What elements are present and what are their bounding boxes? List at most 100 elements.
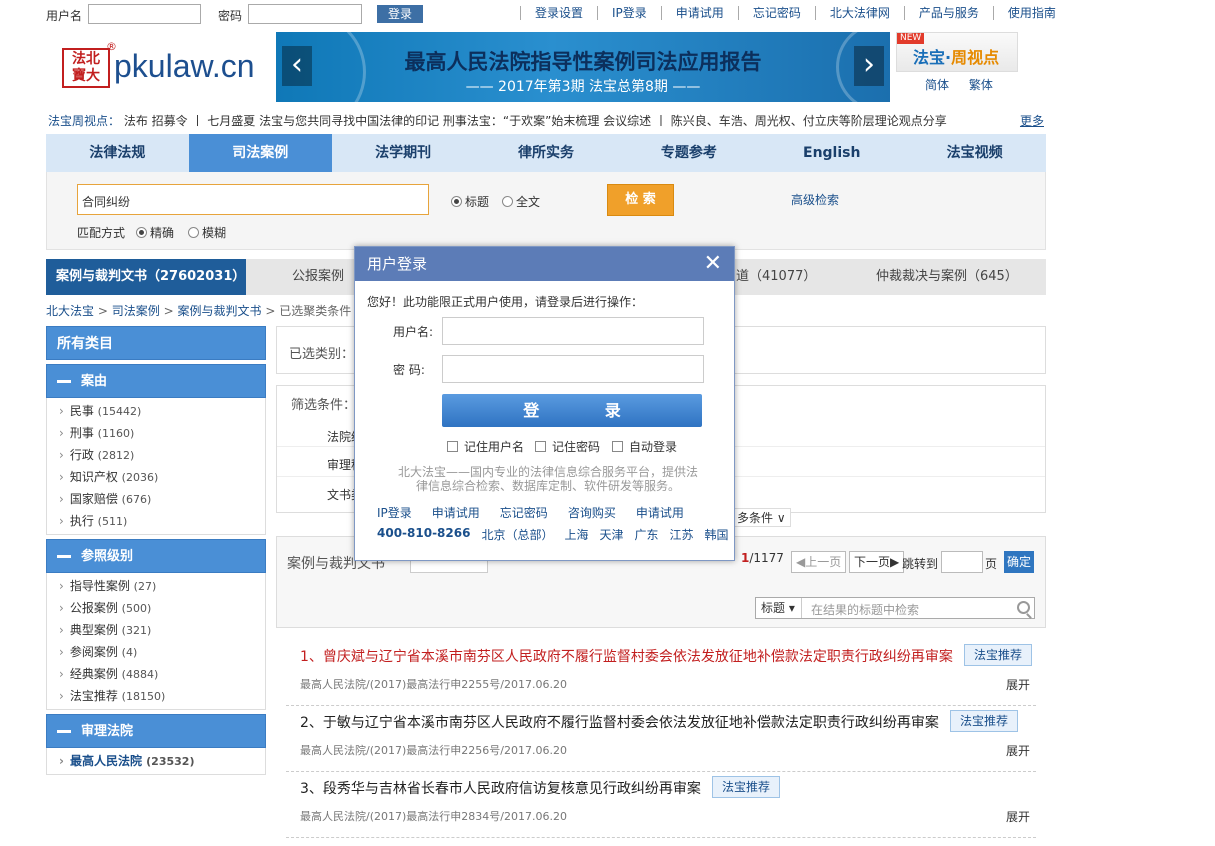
- tab-reports[interactable]: 道（41077）: [736, 259, 816, 295]
- match-fuzzy-radio[interactable]: 模糊: [188, 224, 226, 241]
- expand-link[interactable]: 展开: [1006, 808, 1030, 825]
- modal-link-apply-trial-2[interactable]: 申请试用: [636, 504, 684, 521]
- expand-link[interactable]: 展开: [1006, 742, 1030, 759]
- sidebar-item[interactable]: 执行 (511): [47, 510, 265, 532]
- match-exact-radio[interactable]: 精确: [136, 224, 174, 241]
- nav-english[interactable]: English: [760, 134, 903, 172]
- sidebar-item[interactable]: 参阅案例 (4): [47, 641, 265, 663]
- crumb-selected: 已选聚类条件: [279, 304, 352, 318]
- site-logo[interactable]: 法北 寶大 ® pkulaw.cn: [62, 40, 272, 92]
- office[interactable]: 北京（总部）: [481, 526, 553, 543]
- lang-simplified[interactable]: 简体: [925, 78, 949, 92]
- modal-link-forgot-password[interactable]: 忘记密码: [500, 504, 548, 521]
- username-input[interactable]: [88, 4, 201, 24]
- remember-password-checkbox[interactable]: 记住密码: [535, 438, 600, 455]
- link-user-guide[interactable]: 使用指南: [992, 6, 1070, 20]
- tab-arbitration[interactable]: 仲裁裁决与案例（645）: [876, 259, 1018, 295]
- office[interactable]: 韩国: [705, 526, 729, 543]
- sidebar-item[interactable]: 国家赔偿 (676): [47, 488, 265, 510]
- lang-traditional[interactable]: 繁体: [969, 78, 993, 92]
- nav-topics[interactable]: 专题参考: [617, 134, 760, 172]
- crumb-home[interactable]: 北大法宝: [46, 304, 94, 318]
- modal-password-input[interactable]: [442, 355, 704, 383]
- sidebar-item[interactable]: 最高人民法院 (23532): [47, 750, 265, 772]
- more-conditions-button[interactable]: 多条件 ∨: [732, 508, 791, 527]
- weekly-view-title: 法宝·周视点: [913, 48, 1000, 67]
- result-item: 1、曾庆斌与辽宁省本溪市南芬区人民政府不履行监督村委会依法发放征地补偿款法定职责…: [286, 640, 1036, 706]
- result-item: 3、段秀华与吉林省长春市人民政府信访复核意见行政纠纷再审案 法宝推荐 最高人民法…: [286, 772, 1036, 838]
- office[interactable]: 广东: [635, 526, 659, 543]
- modal-link-apply-trial[interactable]: 申请试用: [432, 504, 480, 521]
- tab-cases-documents[interactable]: 案例与裁判文书（27602031）: [46, 259, 246, 295]
- sidebar-item[interactable]: 法宝推荐 (18150): [47, 685, 265, 707]
- nav-journals[interactable]: 法学期刊: [332, 134, 475, 172]
- sidebar-item[interactable]: 民事 (15442): [47, 400, 265, 422]
- ticker-text[interactable]: 法布 招募令 丨 七月盛夏 法宝与您共同寻找中国法律的印记 刑事法宝：“于欢案”…: [124, 114, 947, 128]
- search-icon[interactable]: [1017, 601, 1030, 614]
- main-nav: 法律法规 司法案例 法学期刊 律所实务 专题参考 English 法宝视频: [46, 134, 1046, 172]
- scope-title-radio[interactable]: 标题: [451, 193, 489, 210]
- scope-fulltext-radio[interactable]: 全文: [502, 193, 540, 210]
- result-search-input[interactable]: 在结果的标题中检索: [811, 601, 919, 618]
- expand-link[interactable]: 展开: [1006, 676, 1030, 693]
- ticker-more-link[interactable]: 更多: [1017, 112, 1044, 129]
- link-login-settings[interactable]: 登录设置: [520, 6, 597, 20]
- sidebar-item[interactable]: 指导性案例 (27): [47, 575, 265, 597]
- sidebar-item[interactable]: 知识产权 (2036): [47, 466, 265, 488]
- nav-judicial-cases[interactable]: 司法案例: [188, 134, 332, 172]
- result-title[interactable]: 1、曾庆斌与辽宁省本溪市南芬区人民政府不履行监督村委会依法发放征地补偿款法定职责…: [300, 646, 953, 666]
- search-button[interactable]: 检 索: [607, 184, 674, 216]
- page-jump-input[interactable]: [941, 551, 983, 573]
- sidebar-item[interactable]: 行政 (2812): [47, 444, 265, 466]
- link-forgot-password[interactable]: 忘记密码: [737, 6, 815, 20]
- sidebar-section-reference-level[interactable]: 参照级别: [46, 539, 266, 573]
- auto-login-checkbox[interactable]: 自动登录: [612, 438, 677, 455]
- link-ip-login[interactable]: IP登录: [597, 6, 661, 20]
- link-apply-trial[interactable]: 申请试用: [660, 6, 738, 20]
- match-mode-label: 匹配方式: [77, 226, 126, 240]
- close-icon[interactable]: ✕: [704, 247, 722, 281]
- office[interactable]: 天津: [600, 526, 624, 543]
- top-login-button[interactable]: 登录: [377, 5, 423, 23]
- jump-confirm-button[interactable]: 确定: [1004, 551, 1034, 573]
- modal-login-button[interactable]: 登 录: [442, 394, 702, 427]
- tab-gazette-cases[interactable]: 公报案例: [292, 259, 344, 295]
- sidebar-section-cause[interactable]: 案由: [46, 364, 266, 398]
- link-pkulaw-net[interactable]: 北大法律网: [814, 6, 904, 20]
- sidebar-item[interactable]: 刑事 (1160): [47, 422, 265, 444]
- recommend-tag[interactable]: 法宝推荐: [964, 644, 1033, 666]
- crumb-cases[interactable]: 案例与裁判文书: [177, 304, 261, 318]
- modal-contacts: 400-810-8266 北京（总部） 上海 天津 广东 江苏 韩国: [377, 526, 729, 543]
- prev-page-button[interactable]: ◀上一页: [791, 551, 847, 573]
- password-input[interactable]: [248, 4, 362, 24]
- modal-username-input[interactable]: [442, 317, 704, 345]
- modal-link-consult[interactable]: 咨询购买: [568, 504, 616, 521]
- banner-subtitle: —— 2017年第3期 法宝总第8期 ——: [465, 79, 701, 95]
- result-scope-select[interactable]: 标题 ▾: [756, 598, 802, 618]
- cause-list: 民事 (15442) 刑事 (1160) 行政 (2812) 知识产权 (203…: [46, 398, 266, 535]
- username-label: 用户名: [46, 9, 83, 23]
- weekly-view-badge[interactable]: NEW 法宝·周视点: [896, 32, 1018, 72]
- search-input[interactable]: 合同纠纷: [77, 184, 429, 215]
- result-title[interactable]: 3、段秀华与吉林省长春市人民政府信访复核意见行政纠纷再审案: [300, 778, 701, 798]
- next-page-button[interactable]: 下一页▶: [849, 551, 905, 573]
- recommend-tag[interactable]: 法宝推荐: [712, 776, 781, 798]
- recommend-tag[interactable]: 法宝推荐: [950, 710, 1019, 732]
- sidebar-section-court[interactable]: 审理法院: [46, 714, 266, 748]
- sidebar-item[interactable]: 公报案例 (500): [47, 597, 265, 619]
- nav-laws[interactable]: 法律法规: [46, 134, 189, 172]
- office[interactable]: 江苏: [670, 526, 694, 543]
- nav-video[interactable]: 法宝视频: [903, 134, 1046, 172]
- sidebar-item[interactable]: 典型案例 (321): [47, 619, 265, 641]
- ticker-label: 法宝周视点：: [48, 114, 121, 128]
- nav-law-firm[interactable]: 律所实务: [475, 134, 618, 172]
- office[interactable]: 上海: [564, 526, 588, 543]
- remember-username-checkbox[interactable]: 记住用户名: [447, 438, 524, 455]
- crumb-judicial[interactable]: 司法案例: [112, 304, 160, 318]
- advanced-search-link[interactable]: 高级检索: [791, 191, 839, 208]
- sidebar-item[interactable]: 经典案例 (4884): [47, 663, 265, 685]
- link-products[interactable]: 产品与服务: [903, 6, 993, 20]
- result-title[interactable]: 2、于敏与辽宁省本溪市南芬区人民政府不履行监督村委会依法发放征地补偿款法定职责行…: [300, 712, 939, 732]
- modal-link-ip-login[interactable]: IP登录: [377, 504, 412, 521]
- promo-banner[interactable]: ‹ › 最高人民法院指导性案例司法应用报告 —— 2017年第3期 法宝总第8期…: [276, 32, 890, 102]
